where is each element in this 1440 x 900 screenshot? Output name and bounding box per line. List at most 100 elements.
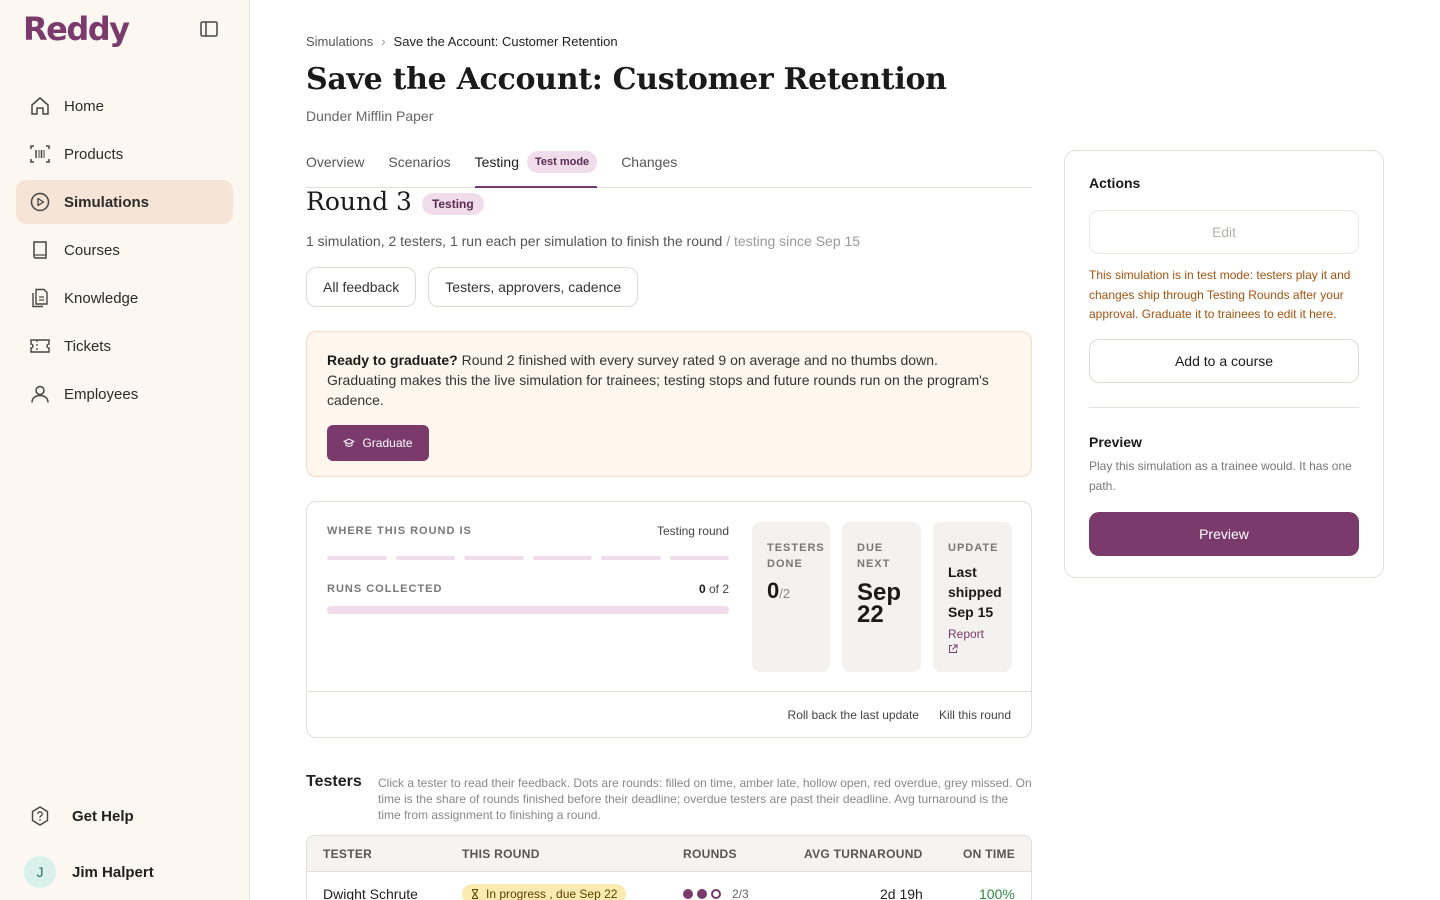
graduate-text: Ready to graduate? Round 2 finished with… xyxy=(327,350,1011,410)
sidebar-item-label: Courses xyxy=(64,241,120,259)
all-feedback-button[interactable]: All feedback xyxy=(306,267,417,307)
avg-turnaround: 2d 19h xyxy=(880,886,923,900)
test-mode-note: This simulation is in test mode: testers… xyxy=(1089,268,1351,321)
sidebar-item-employees[interactable]: Employees xyxy=(16,372,233,416)
testers-header: Testers Click a tester to read their fee… xyxy=(306,773,1032,823)
sidebar-item-tickets[interactable]: Tickets xyxy=(16,324,233,368)
tab-label: Testing xyxy=(474,154,519,170)
graduate-callout: Ready to graduate? Round 2 finished with… xyxy=(306,331,1032,477)
add-to-course-button[interactable]: Add to a course xyxy=(1089,338,1359,383)
user-menu[interactable]: J Jim Halpert xyxy=(24,856,234,888)
report-label: Report xyxy=(948,627,985,641)
hourglass-icon xyxy=(471,889,479,899)
column-rounds[interactable]: ROUNDS xyxy=(683,847,737,861)
round-status-chip: In progress , due Sep 22 xyxy=(462,884,627,900)
report-link[interactable]: Report xyxy=(948,626,997,658)
actions-title: Actions xyxy=(1089,175,1141,191)
round-dot-filled xyxy=(697,889,707,899)
tab-changes[interactable]: Changes xyxy=(621,148,677,188)
sidebar-item-home[interactable]: Home xyxy=(16,84,233,128)
table-header: TESTER THIS ROUND ROUNDS AVG TURNAROUND … xyxy=(307,836,1031,872)
round-progress: WHERE THIS ROUND IS Testing round RUNS C… xyxy=(327,524,729,614)
round-dot-hollow xyxy=(711,889,721,899)
testers-title: Testers xyxy=(306,773,362,790)
round-pill-row: All feedback Testers, approvers, cadence xyxy=(306,267,650,307)
graduate-button[interactable]: Graduate xyxy=(327,425,429,461)
sidebar: Reddy Home Products Simulations Courses … xyxy=(0,0,250,900)
round-actions: Roll back the last update Kill this roun… xyxy=(307,691,1031,737)
external-link-icon xyxy=(948,643,958,657)
tab-overview[interactable]: Overview xyxy=(306,148,364,188)
round-summary: 1 simulation, 2 testers, 1 run each per … xyxy=(306,233,723,249)
stage-segment xyxy=(327,556,387,560)
round-header: Round 3 Testing xyxy=(306,187,484,216)
user-icon xyxy=(28,382,52,406)
sidebar-item-courses[interactable]: Courses xyxy=(16,228,233,272)
tester-name: Dwight Schrute xyxy=(323,886,418,900)
documents-icon xyxy=(28,286,52,310)
get-help-link[interactable]: Get Help xyxy=(24,800,234,832)
graduate-label: Graduate xyxy=(362,436,413,450)
stage-segment xyxy=(464,556,524,560)
runs-label: RUNS COLLECTED xyxy=(327,583,443,595)
runs-count: 0 of 2 xyxy=(699,582,729,596)
chevron-right-icon: › xyxy=(381,34,386,49)
column-tester[interactable]: TESTER xyxy=(323,847,372,861)
sidebar-item-label: Simulations xyxy=(64,193,150,211)
column-avg-turnaround[interactable]: AVG TURNAROUND xyxy=(804,847,923,861)
runs-progress-bar xyxy=(327,606,729,614)
rollback-button[interactable]: Roll back the last update xyxy=(788,708,919,722)
column-this-round[interactable]: THIS ROUND xyxy=(462,847,540,861)
sidebar-item-products[interactable]: Products xyxy=(16,132,233,176)
graduation-cap-icon xyxy=(343,437,356,449)
testers-done-label: TESTERS DONE xyxy=(767,542,825,570)
breadcrumb: Simulations › Save the Account: Customer R… xyxy=(306,34,618,49)
sidebar-toggle-icon[interactable] xyxy=(198,18,220,40)
testers-approvers-cadence-button[interactable]: Testers, approvers, cadence xyxy=(428,267,639,307)
due-next-tile: DUE NEXT Sep 22 xyxy=(842,522,921,672)
tab-bar: Overview Scenarios Testing Test mode Chan… xyxy=(306,148,1032,188)
where-value: Testing round xyxy=(656,524,729,538)
on-time-rate: 100% xyxy=(979,886,1015,900)
tab-scenarios[interactable]: Scenarios xyxy=(388,148,450,188)
graduate-lead: Ready to graduate? xyxy=(327,352,458,368)
update-label: UPDATE xyxy=(948,542,999,554)
update-tile: UPDATE Last shipped Sep 15 Report xyxy=(933,522,1012,672)
help-icon xyxy=(24,800,56,832)
round-since: / testing since Sep 15 xyxy=(726,233,861,249)
update-value: Last shipped Sep 15 xyxy=(948,564,1002,620)
preview-description: Play this simulation as a trainee would.… xyxy=(1089,458,1352,493)
due-next-label: DUE NEXT xyxy=(857,542,891,570)
preview-title: Preview xyxy=(1089,433,1142,450)
round-dot-filled xyxy=(683,889,693,899)
breadcrumb-current: Save the Account: Customer Retention xyxy=(393,34,618,49)
rounds-count: 2/3 xyxy=(732,887,749,900)
home-icon xyxy=(28,94,52,118)
column-on-time[interactable]: ON TIME xyxy=(963,847,1015,861)
round-title: Round 3 xyxy=(306,187,412,216)
where-label: WHERE THIS ROUND IS xyxy=(327,525,472,537)
tab-label: Overview xyxy=(306,154,365,170)
breadcrumb-root[interactable]: Simulations xyxy=(306,34,373,49)
runs-total: of 2 xyxy=(708,582,729,596)
tab-label: Changes xyxy=(621,154,678,170)
preview-button[interactable]: Preview xyxy=(1089,511,1359,556)
stage-segment xyxy=(532,556,592,560)
avatar: J xyxy=(24,856,56,888)
testers-table: TESTER THIS ROUND ROUNDS AVG TURNAROUND … xyxy=(306,835,1032,900)
rounds-dots: 2/3 xyxy=(683,887,749,900)
table-row[interactable]: Dwight Schrute In progress , due Sep 22 … xyxy=(307,872,1031,900)
runs-done: 0 xyxy=(698,582,706,596)
sidebar-item-label: Knowledge xyxy=(64,289,139,307)
stage-segment xyxy=(395,556,455,560)
kill-round-button[interactable]: Kill this round xyxy=(939,708,1011,722)
sidebar-nav: Home Products Simulations Courses Knowle… xyxy=(16,84,233,420)
sidebar-item-label: Employees xyxy=(64,385,139,403)
testers-help: Click a tester to read their feedback. D… xyxy=(378,776,1032,822)
app-logo[interactable]: Reddy xyxy=(23,10,130,48)
testers-done-count: 0 xyxy=(767,578,780,603)
tab-testing[interactable]: Testing Test mode xyxy=(474,148,598,188)
sidebar-item-knowledge[interactable]: Knowledge xyxy=(16,276,233,320)
edit-button[interactable]: Edit xyxy=(1089,210,1359,254)
sidebar-item-simulations[interactable]: Simulations xyxy=(16,180,233,224)
